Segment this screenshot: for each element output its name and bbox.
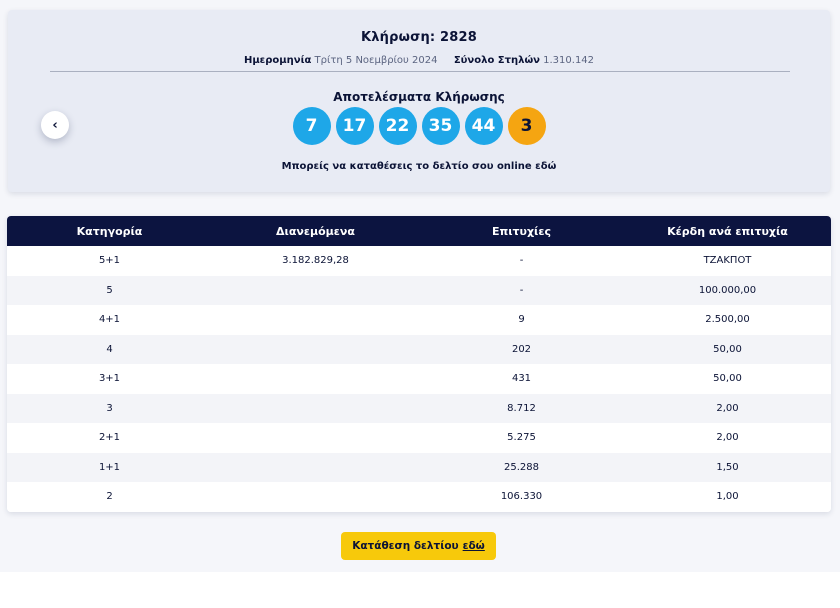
cell-distributed: [212, 305, 419, 335]
table-row: 3+1 431 50,00: [7, 364, 831, 394]
draw-meta: Ημερομηνία Τρίτη 5 Νοεμβρίου 2024 Σύνολο…: [8, 55, 830, 66]
cell-category: 4+1: [98, 314, 121, 326]
header-distributed: Διανεμόμενα: [276, 224, 355, 238]
table-header-row: Κατηγορία Διανεμόμενα Επιτυχίες Κέρδη αν…: [7, 216, 831, 246]
cell-distributed: [212, 482, 419, 512]
online-submit-link[interactable]: εδώ: [535, 161, 556, 172]
columns-value: 1.310.142: [543, 55, 595, 66]
winning-numbers: 7 17 22 35 44 3: [8, 107, 830, 145]
columns-label: Σύνολο Στηλών: [453, 55, 540, 66]
number-ball: 22: [378, 107, 417, 145]
number-ball: 44: [464, 107, 503, 145]
cell-category: 5: [106, 284, 113, 296]
page-footer-area: [0, 572, 840, 608]
cell-prize: 1,50: [716, 461, 739, 473]
number-ball: 35: [421, 107, 460, 145]
online-text: Μπορείς να καταθέσεις το δελτίο σου onli…: [281, 161, 532, 172]
cell-winners: -: [519, 284, 524, 296]
cell-prize: 50,00: [713, 343, 742, 355]
cell-category: 1+1: [98, 461, 121, 473]
cell-prize: 2,00: [716, 402, 739, 414]
cell-distributed: [212, 394, 419, 424]
cell-category: 2+1: [98, 432, 121, 444]
cell-category: 3+1: [98, 373, 121, 385]
table-row: 2 106.330 1,00: [7, 482, 831, 512]
cell-prize: 1,00: [716, 491, 739, 503]
cell-distributed: [212, 335, 419, 365]
number-ball: 7: [292, 107, 331, 145]
cell-winners: 9: [518, 314, 525, 326]
cell-prize: 50,00: [713, 373, 742, 385]
table-row: 5+1 3.182.829,28 - ΤΖΑΚΠΟΤ: [7, 246, 831, 276]
cell-distributed: 3.182.829,28: [282, 255, 349, 267]
cell-prize: 2.500,00: [705, 314, 750, 326]
cell-winners: 106.330: [500, 491, 543, 503]
cell-category: 2: [106, 491, 113, 503]
submit-button-label: Κατάθεση δελτίου: [352, 540, 459, 552]
prize-table: Κατηγορία Διανεμόμενα Επιτυχίες Κέρδη αν…: [7, 216, 831, 512]
divider: [50, 71, 790, 72]
results-title: Αποτελέσματα Κλήρωσης: [333, 90, 505, 104]
table-row: 3 8.712 2,00: [7, 393, 831, 424]
cell-winners: 25.288: [504, 461, 539, 473]
table-row: 4 202 50,00: [7, 334, 831, 365]
submit-ticket-button[interactable]: Κατάθεση δελτίου εδώ: [341, 532, 496, 560]
number-ball: 17: [335, 107, 374, 145]
cell-distributed: [212, 364, 419, 394]
cell-prize: 100.000,00: [698, 284, 757, 296]
online-submit-text: Μπορείς να καταθέσεις το δελτίο σου onli…: [8, 161, 830, 172]
header-winners: Επιτυχίες: [492, 224, 551, 238]
page: Κλήρωση: 2828 Ημερομηνία Τρίτη 5 Νοεμβρί…: [0, 0, 840, 608]
date-value: Τρίτη 5 Νοεμβρίου 2024: [314, 55, 438, 66]
header-prize-per-winner: Κέρδη ανά επιτυχία: [667, 224, 788, 238]
draw-title: Κλήρωση: 2828: [360, 30, 478, 45]
cell-distributed: [212, 423, 419, 453]
header-category: Κατηγορία: [76, 224, 143, 238]
cell-winners: -: [519, 255, 524, 267]
table-row: 2+1 5.275 2,00: [7, 423, 831, 453]
date-label: Ημερομηνία: [243, 55, 312, 66]
bonus-number-ball: 3: [507, 107, 546, 145]
cell-winners: 431: [511, 373, 532, 385]
cell-category: 4: [106, 343, 113, 355]
table-row: 4+1 9 2.500,00: [7, 305, 831, 335]
cell-winners: 8.712: [507, 402, 536, 414]
cell-category: 5+1: [98, 255, 121, 267]
cell-distributed: [212, 453, 419, 483]
table-row: 5 - 100.000,00: [7, 275, 831, 306]
cell-winners: 5.275: [507, 432, 536, 444]
cell-prize: ΤΖΑΚΠΟΤ: [703, 255, 752, 267]
cell-category: 3: [106, 402, 113, 414]
draw-card: Κλήρωση: 2828 Ημερομηνία Τρίτη 5 Νοεμβρί…: [8, 10, 830, 192]
table-row: 1+1 25.288 1,50: [7, 452, 831, 483]
cell-prize: 2,00: [716, 432, 739, 444]
cell-distributed: [212, 276, 419, 306]
cell-winners: 202: [511, 343, 532, 355]
submit-button-link: εδώ: [462, 540, 485, 552]
